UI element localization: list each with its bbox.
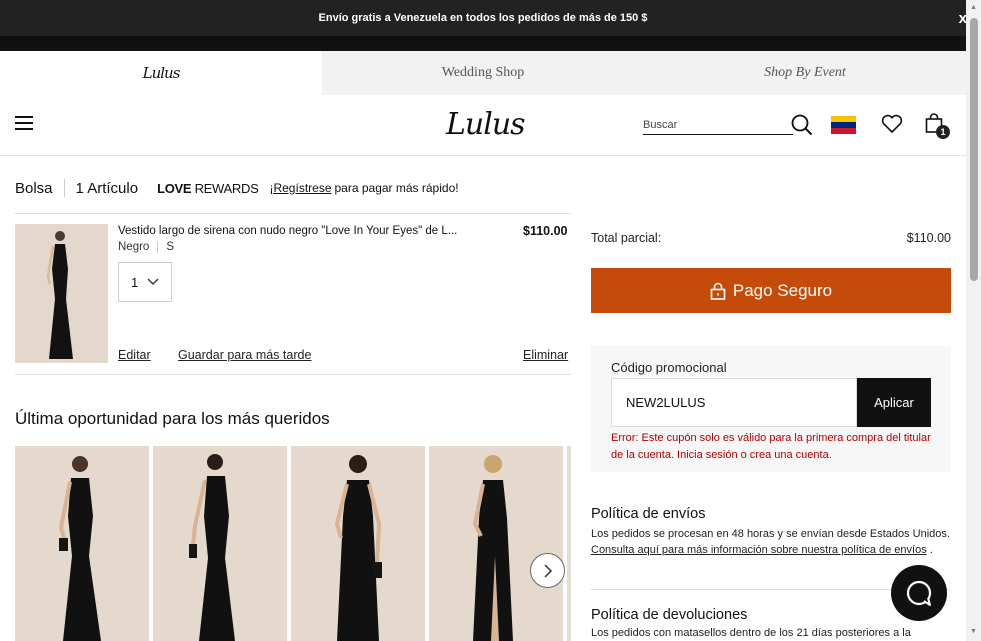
site-logo[interactable]: Lulus bbox=[446, 107, 526, 142]
register-text: para pagar más rápido! bbox=[334, 181, 459, 195]
heart-icon[interactable] bbox=[881, 114, 903, 134]
promo-code-label: Código promocional bbox=[611, 360, 727, 375]
tab-shop-by-event-label: Shop By Event bbox=[764, 65, 846, 80]
shipping-promo-bar: Envío gratis a Venezuela en todos los pe… bbox=[0, 0, 966, 36]
shipping-policy-title: Política de envíos bbox=[591, 506, 706, 522]
shipping-policy-body: Los pedidos se procesan en 48 horas y se… bbox=[591, 528, 950, 540]
bag-item-count: 1 Artículo bbox=[75, 179, 139, 197]
recommendations-carousel bbox=[15, 446, 571, 641]
quantity-select[interactable]: 1 bbox=[118, 262, 172, 302]
scroll-down-icon[interactable]: ▼ bbox=[970, 628, 977, 635]
quantity-value: 1 bbox=[131, 274, 139, 290]
bag-title: Bolsa bbox=[15, 179, 53, 197]
cart-item-image[interactable] bbox=[15, 224, 108, 363]
search-field bbox=[643, 115, 793, 135]
cart-item-size: S bbox=[166, 241, 174, 253]
register-link[interactable]: ¡Regístrese bbox=[269, 181, 331, 195]
search-icon[interactable] bbox=[791, 114, 813, 136]
search-input[interactable] bbox=[643, 115, 788, 131]
menu-icon[interactable] bbox=[15, 116, 33, 130]
shipping-promo-text: Envío gratis a Venezuela en todos los pe… bbox=[318, 12, 648, 24]
product-card[interactable] bbox=[291, 446, 425, 641]
tab-wedding-shop[interactable]: Wedding Shop bbox=[322, 51, 644, 95]
chevron-down-icon bbox=[147, 278, 159, 285]
scrollbar-thumb[interactable] bbox=[970, 18, 978, 281]
shipping-policy-end: . bbox=[929, 544, 933, 556]
flag-stripe-red bbox=[831, 128, 856, 134]
tab-wedding-shop-label: Wedding Shop bbox=[441, 65, 525, 80]
secure-checkout-button[interactable]: Pago Seguro bbox=[591, 268, 951, 313]
tab-shop-by-event[interactable]: Shop By Event bbox=[644, 51, 966, 95]
chat-icon bbox=[906, 580, 932, 606]
cart-item-attributes: Negro S bbox=[118, 241, 174, 253]
cart-bottom-divider bbox=[15, 374, 571, 375]
remove-item-link[interactable]: Eliminar bbox=[523, 348, 568, 362]
promo-error-message: Error: Este cupón solo es válido para la… bbox=[611, 432, 931, 461]
recommendations-title: Última oportunidad para los más queridos bbox=[15, 409, 330, 428]
carousel-next-button[interactable] bbox=[530, 553, 565, 588]
promo-code-input[interactable] bbox=[611, 378, 857, 427]
brand-tabs: Lulus Wedding Shop Shop By Event bbox=[0, 51, 966, 95]
cart-item-price: $110.00 bbox=[523, 224, 568, 238]
header-strip bbox=[0, 36, 966, 51]
cart-top-divider bbox=[15, 213, 571, 214]
apply-promo-button[interactable]: Aplicar bbox=[857, 378, 931, 427]
love-rewards-logo: LOVE REWARDS bbox=[157, 180, 259, 196]
cart-item-color: Negro bbox=[118, 241, 150, 253]
tab-lulus-logo: Lulus bbox=[142, 64, 181, 82]
promo-code-panel: Código promocional Aplicar Error: Este c… bbox=[591, 346, 951, 472]
returns-policy-text: Los pedidos con matasellos dentro de los… bbox=[591, 627, 911, 639]
chevron-right-icon bbox=[543, 563, 552, 578]
checkout-label: Pago Seguro bbox=[732, 280, 833, 300]
product-card[interactable] bbox=[153, 446, 287, 641]
chat-button[interactable] bbox=[891, 565, 947, 621]
rewards-logo-bold: LOVE bbox=[157, 180, 192, 196]
scroll-up-icon[interactable]: ▲ bbox=[970, 4, 977, 11]
bag-count-badge: 1 bbox=[936, 125, 950, 139]
lock-icon bbox=[710, 282, 726, 300]
rewards-logo-light: REWARDS bbox=[194, 180, 259, 196]
site-header: Lulus 1 bbox=[0, 95, 966, 156]
product-card[interactable] bbox=[567, 446, 571, 641]
subtotal-label: Total parcial: bbox=[591, 231, 662, 245]
product-card[interactable] bbox=[15, 446, 149, 641]
tab-lulus[interactable]: Lulus bbox=[0, 51, 322, 95]
save-for-later-link[interactable]: Guardar para más tarde bbox=[178, 348, 311, 362]
returns-policy-title: Política de devoluciones bbox=[591, 607, 748, 623]
edit-item-link[interactable]: Editar bbox=[118, 348, 151, 362]
subtotal-value: $110.00 bbox=[906, 231, 951, 245]
venezuela-flag-icon[interactable] bbox=[831, 116, 856, 134]
product-card[interactable] bbox=[429, 446, 563, 641]
attribute-divider bbox=[157, 241, 159, 253]
heading-divider bbox=[63, 179, 65, 197]
shipping-policy-text: Los pedidos se procesan en 48 horas y se… bbox=[591, 526, 951, 558]
shipping-policy-link[interactable]: Consulta aquí para más información sobre… bbox=[591, 544, 927, 556]
bag-heading: Bolsa 1 Artículo LOVE REWARDS ¡Regístres… bbox=[15, 177, 459, 199]
cart-item-name[interactable]: Vestido largo de sirena con nudo negro "… bbox=[118, 225, 478, 237]
